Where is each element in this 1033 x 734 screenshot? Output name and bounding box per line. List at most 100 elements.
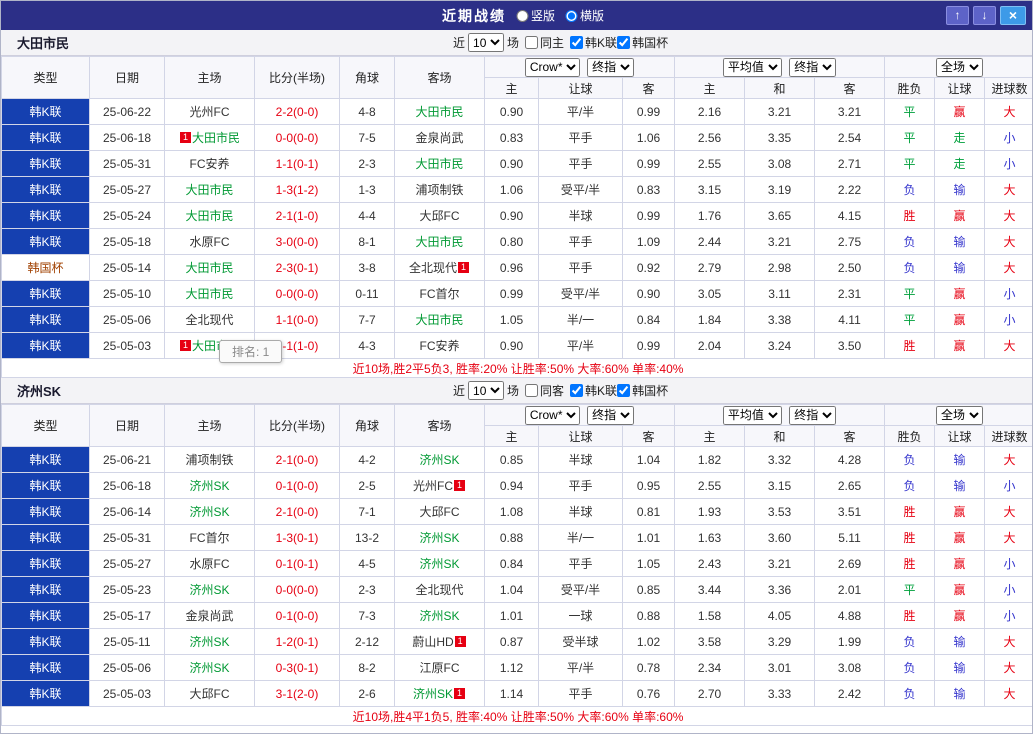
rank-badge[interactable]: 1 xyxy=(454,636,466,647)
home-team-cell[interactable]: 大邱FC xyxy=(164,680,255,707)
team-name[interactable]: 全北现代 xyxy=(415,583,463,597)
team-name[interactable]: 光州FC xyxy=(190,105,230,119)
match-score[interactable]: 2-2(0-0) xyxy=(254,98,340,125)
team-name[interactable]: 济州SK xyxy=(189,583,229,597)
cup-checkbox[interactable] xyxy=(617,384,631,397)
team-name[interactable]: 水原FC xyxy=(190,557,230,571)
home-team-cell[interactable]: 大田市民 xyxy=(164,254,255,281)
team-name[interactable]: 济州SK xyxy=(189,661,229,675)
league-checkbox[interactable] xyxy=(570,384,584,397)
match-score[interactable]: 0-1(0-1) xyxy=(254,550,340,577)
euro-final-select[interactable]: 终指 xyxy=(789,405,837,425)
team-name[interactable]: 大田市民 xyxy=(415,235,463,249)
match-score[interactable]: 0-1(0-0) xyxy=(254,602,340,629)
home-team-cell[interactable]: 济州SK xyxy=(164,472,255,499)
vertical-layout-radio[interactable] xyxy=(515,9,528,22)
team-name[interactable]: 全北现代 xyxy=(409,261,457,275)
rank-badge[interactable]: 1 xyxy=(179,132,191,143)
team-name[interactable]: FC安养 xyxy=(420,339,460,353)
team-name[interactable]: 济州SK xyxy=(189,505,229,519)
same-venue-checkbox[interactable] xyxy=(525,36,539,49)
team-name[interactable]: 浦项制铁 xyxy=(415,183,463,197)
away-team-cell[interactable]: 大邱FC xyxy=(394,498,485,525)
same-venue-checkbox[interactable] xyxy=(525,384,539,397)
team-name[interactable]: 大田市民 xyxy=(415,157,463,171)
team-name[interactable]: FC首尔 xyxy=(190,531,230,545)
away-team-cell[interactable]: 济州SK xyxy=(394,550,485,577)
layout-option-horizontal[interactable]: 横版 xyxy=(564,7,604,24)
away-team-cell[interactable]: 济州SK xyxy=(394,602,485,629)
home-team-cell[interactable]: FC安养 xyxy=(164,150,255,177)
home-team-cell[interactable]: 大田市民 xyxy=(164,176,255,203)
home-team-cell[interactable]: 济州SK xyxy=(164,654,255,681)
euro-average-select[interactable]: 平均值 xyxy=(722,405,782,425)
match-score[interactable]: 3-1(2-0) xyxy=(254,680,340,707)
match-score[interactable]: 1-1(0-0) xyxy=(254,306,340,333)
team-name[interactable]: 金泉尚武 xyxy=(185,609,233,623)
euro-final-select[interactable]: 终指 xyxy=(789,57,837,77)
team-name[interactable]: FC首尔 xyxy=(420,287,460,301)
team-name[interactable]: 济州SK xyxy=(189,635,229,649)
match-score[interactable]: 0-0(0-0) xyxy=(254,280,340,307)
team-name[interactable]: 大邱FC xyxy=(420,505,460,519)
match-score[interactable]: 1-1(0-1) xyxy=(254,150,340,177)
team-name[interactable]: 全北现代 xyxy=(185,313,233,327)
scroll-down-button[interactable]: ↓ xyxy=(973,6,996,25)
team-name[interactable]: 济州SK xyxy=(419,531,459,545)
home-team-cell[interactable]: FC首尔 xyxy=(164,524,255,551)
team-name[interactable]: 大田市民 xyxy=(415,313,463,327)
team-name[interactable]: 济州SK xyxy=(419,557,459,571)
away-team-cell[interactable]: 光州FC 1 xyxy=(394,472,485,499)
close-button[interactable]: × xyxy=(1000,6,1026,25)
match-score[interactable]: 3-0(0-0) xyxy=(254,228,340,255)
games-count-select[interactable]: 10 xyxy=(468,381,505,400)
team-name[interactable]: 大田市民 xyxy=(185,183,233,197)
home-team-cell[interactable]: 水原FC xyxy=(164,228,255,255)
league-filter[interactable]: 韩K联 xyxy=(570,382,617,399)
euro-average-select[interactable]: 平均值 xyxy=(722,57,782,77)
cup-filter[interactable]: 韩国杯 xyxy=(617,382,668,399)
home-team-cell[interactable]: 光州FC xyxy=(164,98,255,125)
match-score[interactable]: 2-1(1-0) xyxy=(254,202,340,229)
scope-select[interactable]: 全场 xyxy=(936,57,984,77)
team-name[interactable]: 大田市民 xyxy=(185,261,233,275)
match-score[interactable]: 2-1(0-0) xyxy=(254,498,340,525)
home-team-cell[interactable]: 大田市民 xyxy=(164,202,255,229)
away-team-cell[interactable]: 浦项制铁 xyxy=(394,176,485,203)
league-checkbox[interactable] xyxy=(570,36,584,49)
team-name[interactable]: 水原FC xyxy=(190,235,230,249)
match-score[interactable]: 0-0(0-0) xyxy=(254,124,340,151)
home-team-cell[interactable]: 济州SK xyxy=(164,628,255,655)
match-score[interactable]: 2-1(0-0) xyxy=(254,446,340,473)
team-name[interactable]: 大田市民 xyxy=(185,209,233,223)
league-filter[interactable]: 韩K联 xyxy=(570,34,617,51)
team-name[interactable]: 江原FC xyxy=(420,661,460,675)
home-team-cell[interactable]: 全北现代 xyxy=(164,306,255,333)
match-score[interactable]: 0-1(0-0) xyxy=(254,472,340,499)
match-score[interactable]: 1-2(0-1) xyxy=(254,628,340,655)
horizontal-layout-radio[interactable] xyxy=(564,9,577,22)
home-team-cell[interactable]: 济州SK xyxy=(164,576,255,603)
away-team-cell[interactable]: 大田市民 xyxy=(394,306,485,333)
away-team-cell[interactable]: 济州SK xyxy=(394,446,485,473)
team-name[interactable]: 浦项制铁 xyxy=(185,453,233,467)
home-team-cell[interactable]: 济州SK xyxy=(164,498,255,525)
match-score[interactable]: 0-0(0-0) xyxy=(254,576,340,603)
layout-option-vertical[interactable]: 竖版 xyxy=(515,7,555,24)
away-team-cell[interactable]: FC首尔 xyxy=(394,280,485,307)
away-team-cell[interactable]: 金泉尚武 xyxy=(394,124,485,151)
rank-badge[interactable]: 1 xyxy=(458,262,469,273)
cup-filter[interactable]: 韩国杯 xyxy=(617,34,668,51)
match-score[interactable]: 1-3(1-2) xyxy=(254,176,340,203)
asian-final-select[interactable]: 终指 xyxy=(587,57,635,77)
home-team-cell[interactable]: 金泉尚武 xyxy=(164,602,255,629)
away-team-cell[interactable]: 大田市民 xyxy=(394,228,485,255)
away-team-cell[interactable]: 江原FC xyxy=(394,654,485,681)
team-name[interactable]: 大田市民 xyxy=(415,105,463,119)
away-team-cell[interactable]: 全北现代 1 xyxy=(394,254,485,281)
team-name[interactable]: 大邱FC xyxy=(190,687,230,701)
rank-badge[interactable]: 1 xyxy=(454,480,465,491)
team-name[interactable]: 济州SK xyxy=(419,609,459,623)
away-team-cell[interactable]: 全北现代 xyxy=(394,576,485,603)
home-team-cell[interactable]: 1 大田市民 xyxy=(164,124,255,151)
